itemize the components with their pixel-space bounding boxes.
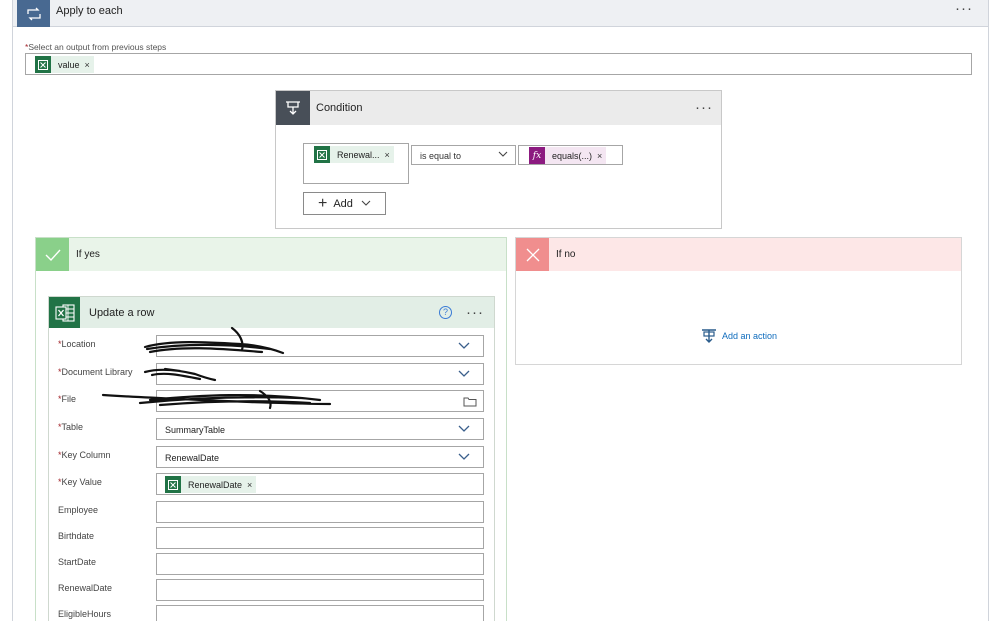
field-row-renewaldate: RenewalDate	[49, 579, 494, 601]
field-input-startdate[interactable]	[156, 553, 484, 575]
field-input-employee[interactable]	[156, 501, 484, 523]
update-a-row-card: Update a row ? ··· *Location *Document Li…	[48, 296, 495, 621]
field-input-key-value[interactable]: RenewalDate ×	[156, 473, 484, 495]
excel-icon	[314, 146, 330, 163]
chevron-down-icon[interactable]	[458, 370, 470, 380]
field-input-location[interactable]	[156, 335, 484, 357]
field-row-birthdate: Birthdate	[49, 527, 494, 549]
excel-icon	[35, 56, 51, 73]
loop-icon	[17, 0, 50, 27]
field-input-file[interactable]	[156, 390, 484, 412]
remove-token-icon[interactable]: ×	[385, 150, 394, 160]
field-label: *Key Value	[58, 477, 102, 487]
chevron-down-icon[interactable]	[458, 425, 470, 435]
select-output-input[interactable]: value ×	[25, 53, 972, 75]
add-action-link[interactable]: Add an action	[701, 328, 777, 344]
field-row-location: *Location	[49, 335, 494, 357]
remove-token-icon[interactable]: ×	[597, 151, 606, 161]
add-condition-button[interactable]: + Add	[303, 192, 386, 215]
update-a-row-title: Update a row	[89, 307, 155, 319]
condition-title: Condition	[316, 102, 363, 114]
field-label: *Table	[58, 422, 84, 432]
more-options-icon[interactable]: ···	[955, 1, 973, 16]
more-options-icon[interactable]: ···	[695, 100, 713, 115]
renewaldate-token[interactable]: RenewalDate ×	[165, 476, 257, 493]
field-row-eligiblehours: EligibleHours	[49, 605, 494, 621]
field-row-employee: Employee	[49, 501, 494, 523]
field-row-key-column: *Key Column RenewalDate	[49, 446, 494, 468]
add-action-icon	[702, 329, 716, 343]
condition-card: Condition ··· Renewal... × is equal to f…	[275, 90, 722, 229]
apply-to-each-header[interactable]: Apply to each ···	[12, 0, 989, 27]
if-yes-title: If yes	[76, 249, 100, 260]
field-label: *Location	[58, 339, 96, 349]
field-label: *Key Column	[58, 450, 111, 460]
equals-expression-token[interactable]: fx equals(...) ×	[529, 147, 607, 164]
excel-icon	[49, 297, 80, 328]
condition-icon	[276, 91, 310, 125]
update-a-row-header[interactable]: Update a row ? ···	[49, 297, 494, 328]
help-icon[interactable]: ?	[439, 306, 452, 319]
apply-to-each-title: Apply to each	[56, 5, 123, 17]
if-no-title: If no	[556, 249, 576, 260]
field-label: *Document Library	[58, 367, 133, 377]
field-row-file: *File	[49, 390, 494, 412]
select-output-label: *Select an output from previous steps	[25, 42, 167, 52]
chevron-down-icon[interactable]	[458, 453, 470, 463]
field-row-table: *Table SummaryTable	[49, 418, 494, 440]
function-icon: fx	[529, 147, 545, 164]
field-row-startdate: StartDate	[49, 553, 494, 575]
excel-icon	[165, 476, 181, 493]
value-token[interactable]: value ×	[35, 56, 94, 73]
field-label: RenewalDate	[58, 583, 113, 593]
field-input-table[interactable]: SummaryTable	[156, 418, 484, 440]
renewal-token[interactable]: Renewal... ×	[314, 146, 394, 163]
field-row-key-value: *Key Value RenewalDate ×	[49, 473, 494, 495]
folder-icon[interactable]	[463, 396, 477, 409]
field-label: Birthdate	[58, 531, 95, 541]
field-input-key-column[interactable]: RenewalDate	[156, 446, 484, 468]
condition-header[interactable]: Condition ···	[276, 91, 721, 125]
condition-operator-select[interactable]: is equal to	[411, 145, 516, 165]
remove-token-icon[interactable]: ×	[85, 60, 94, 70]
field-label: EligibleHours	[58, 609, 112, 619]
remove-token-icon[interactable]: ×	[247, 480, 256, 490]
field-input-document-library[interactable]	[156, 363, 484, 385]
condition-right-operand[interactable]: fx equals(...) ×	[518, 145, 623, 165]
plus-icon: +	[318, 194, 328, 212]
field-input-renewaldate[interactable]	[156, 579, 484, 601]
field-input-birthdate[interactable]	[156, 527, 484, 549]
close-icon	[516, 238, 549, 271]
condition-left-operand[interactable]: Renewal... ×	[303, 143, 409, 184]
chevron-down-icon[interactable]	[458, 342, 470, 352]
check-icon	[36, 238, 69, 271]
field-row-document-library: *Document Library	[49, 363, 494, 385]
field-label: StartDate	[58, 557, 97, 567]
field-label: Employee	[58, 505, 99, 515]
if-no-header[interactable]: If no	[516, 238, 961, 271]
chevron-down-icon	[361, 198, 371, 210]
if-yes-header[interactable]: If yes	[36, 238, 506, 271]
field-input-eligiblehours[interactable]	[156, 605, 484, 621]
more-options-icon[interactable]: ···	[466, 305, 484, 320]
field-label: *File	[58, 394, 77, 404]
chevron-down-icon	[498, 150, 508, 160]
if-no-branch: If no Add an action	[515, 237, 962, 365]
